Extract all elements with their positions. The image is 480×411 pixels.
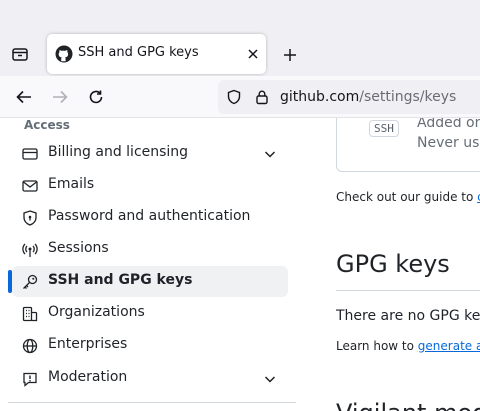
forward-arrow-icon[interactable] bbox=[50, 87, 70, 107]
shield-icon[interactable] bbox=[226, 89, 242, 105]
organization-icon bbox=[21, 305, 39, 323]
ssh-last-used-text: Never use bbox=[417, 135, 480, 151]
globe-icon bbox=[21, 337, 39, 355]
mail-icon bbox=[21, 177, 39, 195]
sidebar-item-label: Moderation bbox=[48, 369, 128, 385]
sidebar-item-label: Organizations bbox=[48, 304, 145, 320]
sidebar-item-emails[interactable]: Emails bbox=[12, 170, 288, 201]
ssh-added-text: Added on bbox=[417, 118, 480, 131]
sidebar-item-label: Enterprises bbox=[48, 336, 128, 352]
new-tab-icon[interactable] bbox=[281, 46, 299, 64]
url-domain: github.com bbox=[280, 89, 360, 105]
sidebar-item-label: Password and authentication bbox=[48, 208, 251, 224]
reload-icon[interactable] bbox=[86, 87, 106, 107]
learn-prefix: Learn how to bbox=[336, 339, 418, 353]
key-icon bbox=[21, 273, 39, 291]
gpg-keys-heading: GPG keys bbox=[336, 250, 450, 278]
vigilant-mode-heading: Vigilant mode bbox=[336, 399, 480, 411]
chevron-down-icon[interactable] bbox=[262, 371, 278, 387]
chevron-down-icon[interactable] bbox=[262, 146, 278, 162]
github-icon bbox=[55, 45, 73, 63]
gpg-learn-text: Learn how to generate a G bbox=[336, 339, 480, 353]
sidebar-item-ssh-gpg-keys[interactable]: SSH and GPG keys bbox=[12, 266, 288, 297]
navigation-toolbar: github.com/settings/keys bbox=[0, 76, 480, 118]
credit-card-icon bbox=[21, 145, 39, 163]
url-text: github.com/settings/keys bbox=[280, 89, 456, 105]
sidebar-item-label: Sessions bbox=[48, 240, 109, 256]
generate-gpg-link[interactable]: generate a G bbox=[418, 339, 480, 353]
guide-prefix: Check out our guide to bbox=[336, 190, 478, 204]
broadcast-icon bbox=[21, 241, 39, 259]
tab-strip: SSH and GPG keys bbox=[0, 0, 480, 76]
sidebar-item-label: Emails bbox=[48, 176, 95, 192]
report-icon bbox=[21, 370, 39, 388]
sidebar-item-label: Billing and licensing bbox=[48, 144, 189, 160]
sidebar-divider bbox=[8, 402, 296, 403]
sidebar-item-sessions[interactable]: Sessions bbox=[12, 234, 288, 265]
sidebar-item-moderation[interactable]: Moderation bbox=[12, 363, 288, 394]
address-bar[interactable]: github.com/settings/keys bbox=[218, 80, 480, 114]
url-path: /settings/keys bbox=[359, 89, 457, 105]
sidebar-item-label: SSH and GPG keys bbox=[48, 272, 193, 288]
sidebar-item-billing[interactable]: Billing and licensing bbox=[12, 138, 288, 169]
sidebar-item-organizations[interactable]: Organizations bbox=[12, 298, 288, 329]
back-arrow-icon[interactable] bbox=[14, 87, 34, 107]
ssh-guide-text: Check out our guide to co bbox=[336, 190, 480, 204]
gpg-heading-divider bbox=[336, 290, 480, 291]
shield-lock-icon bbox=[21, 209, 39, 227]
browser-tab[interactable]: SSH and GPG keys bbox=[47, 34, 266, 74]
tab-title: SSH and GPG keys bbox=[78, 45, 199, 60]
sidebar-item-password[interactable]: Password and authentication bbox=[12, 202, 288, 233]
ssh-badge: SSH bbox=[369, 120, 399, 137]
gpg-empty-text: There are no GPG keys bbox=[336, 308, 480, 324]
page-content: Access Billing and licensing Emails Pass… bbox=[0, 118, 480, 411]
close-tab-icon[interactable] bbox=[245, 46, 261, 62]
sidebar-item-enterprises[interactable]: Enterprises bbox=[12, 330, 288, 361]
sidebar-section-label: Access bbox=[24, 118, 70, 132]
tab-overview-icon[interactable] bbox=[8, 42, 32, 66]
lock-icon[interactable] bbox=[254, 89, 270, 105]
